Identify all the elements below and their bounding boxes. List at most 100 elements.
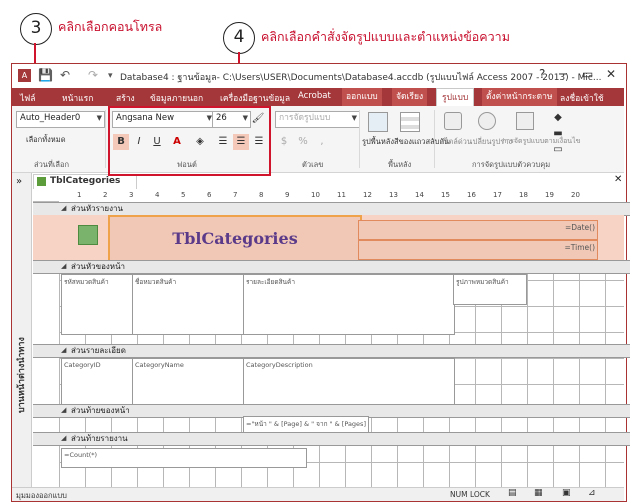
ruler-number: 9 [285, 191, 290, 199]
navigation-pane-label: บานหน้าต่างนำทาง [17, 337, 27, 413]
textbox-category-id[interactable]: CategoryID [61, 358, 135, 409]
band-report-header[interactable]: ส่วนหัวรายงาน [59, 202, 630, 216]
ruler-number: 17 [493, 191, 502, 199]
number-format-combo[interactable]: การจัดรูปแบบ ▼ [275, 111, 360, 128]
label-category-name[interactable]: ชื่อหมวดสินค้า [132, 274, 246, 335]
chevron-down-icon: ▼ [351, 114, 357, 122]
tab-create[interactable]: สร้าง [116, 91, 135, 105]
report-header-vruler [33, 215, 59, 260]
ruler-number: 14 [415, 191, 424, 199]
group-separator [359, 110, 360, 168]
report-icon [37, 177, 46, 186]
tab-acrobat[interactable]: Acrobat [298, 91, 331, 101]
ruler-number: 11 [337, 191, 346, 199]
access-logo-icon: A [18, 69, 31, 82]
ruler-number: 18 [519, 191, 528, 199]
conditional-format-button[interactable]: การจัดรูปแบบตามเงื่อนไข [502, 136, 580, 147]
tab-page-setup[interactable]: ตั้งค่าหน้ากระดาษ [482, 88, 557, 106]
alternate-row-color-icon[interactable] [400, 112, 420, 132]
band-page-header[interactable]: ส่วนหัวของหน้า [59, 260, 630, 274]
ruler-number: 3 [129, 191, 134, 199]
tab-external-data[interactable]: ข้อมูลภายนอก [150, 91, 203, 105]
font-group-highlight [108, 106, 271, 176]
background-image-button[interactable]: รูปพื้นหลัง [362, 136, 394, 148]
shape-fill-icon[interactable]: ◆ [550, 110, 566, 126]
background-image-icon[interactable] [368, 112, 388, 132]
logo-placeholder-icon[interactable] [78, 225, 98, 245]
redo-icon[interactable]: ↷ [88, 68, 98, 82]
number-format-value: การจัดรูปแบบ [279, 113, 331, 123]
tab-database-tools[interactable]: เครื่องมือฐานข้อมูล [220, 91, 290, 105]
band-selector[interactable] [33, 202, 59, 216]
band-report-footer[interactable]: ส่วนท้ายรายงาน [59, 432, 630, 446]
shape-outline-icon[interactable]: ▬ [550, 126, 566, 142]
select-all-button[interactable]: เลือกทั้งหมด [26, 134, 66, 146]
tab-design[interactable]: ออกแบบ [342, 88, 382, 106]
band-selector[interactable] [33, 432, 59, 446]
comma-icon[interactable]: , [314, 134, 330, 150]
document-tab[interactable]: TblCategories [33, 174, 137, 189]
ruler-number: 10 [311, 191, 320, 199]
count-textbox[interactable]: =Count(*) [61, 448, 307, 468]
band-selector[interactable] [33, 260, 59, 274]
design-view-icon[interactable]: ⊿ [588, 488, 596, 498]
currency-icon[interactable]: $ [276, 134, 292, 150]
textbox-category-name[interactable]: CategoryName [132, 358, 246, 409]
tab-sign-in[interactable]: ลงชื่อเข้าใช้ [560, 91, 604, 105]
tab-arrange[interactable]: จัดเรียง [392, 88, 428, 106]
close-button[interactable]: ✕ [606, 67, 616, 81]
restore-button[interactable]: ▭ [582, 67, 593, 81]
numlock-indicator: NUM LOCK [450, 490, 490, 499]
ruler-number: 19 [545, 191, 554, 199]
customize-qat-icon[interactable]: ▾ [108, 71, 113, 81]
object-selector-value: Auto_Header0 [20, 113, 81, 123]
title-bar: A 💾 ↶ ↷ ▾ Database4 : ฐานข้อมูล- C:\User… [12, 64, 624, 88]
tab-home[interactable]: หน้าแรก [62, 91, 93, 105]
label-category-description[interactable]: รายละเอียดสินค้า [243, 274, 455, 335]
percent-icon[interactable]: % [295, 134, 311, 150]
navigation-pane[interactable]: » บานหน้าต่างนำทาง [12, 173, 32, 487]
window-title: Database4 : ฐานข้อมูล- C:\Users\USER\Doc… [120, 73, 602, 83]
label-category-id[interactable]: รหัสหมวดสินค้า [61, 274, 135, 335]
quick-styles-icon[interactable] [444, 112, 462, 130]
label-category-picture[interactable]: รูปภาพหมวดสินค้า [453, 274, 527, 305]
ruler-number: 5 [181, 191, 186, 199]
minimize-button[interactable]: ─ [559, 67, 566, 81]
save-icon[interactable]: 💾 [38, 68, 53, 82]
ruler-number: 1 [77, 191, 82, 199]
layout-view-icon[interactable]: ▣ [562, 488, 571, 498]
ribbon-tab-bar: ไฟล์ หน้าแรก สร้าง ข้อมูลภายนอก เครื่องม… [12, 88, 624, 107]
time-textbox[interactable]: =Time() [358, 240, 598, 260]
status-bar: มุมมองออกแบบ NUM LOCK ▤ ▦ ▣ ⊿ [12, 487, 624, 501]
step4-instruction: คลิกเลือกคำสั่งจัดรูปแบบและตำแหน่งข้อควา… [261, 29, 510, 44]
step3-instruction: คลิกเลือกคอนโทรล [58, 19, 163, 34]
ruler-number: 4 [155, 191, 160, 199]
expand-nav-icon[interactable]: » [16, 176, 22, 187]
ruler-number: 7 [233, 191, 238, 199]
tab-format[interactable]: รูปแบบ [436, 88, 475, 107]
step4-number-circle: 4 [223, 22, 255, 54]
band-detail[interactable]: ส่วนรายละเอียด [59, 344, 630, 358]
print-preview-icon[interactable]: ▦ [534, 488, 543, 498]
ruler-number: 16 [467, 191, 476, 199]
shape-effects-icon[interactable]: ▭ [550, 142, 566, 158]
conditional-format-icon[interactable] [516, 112, 534, 130]
band-selector[interactable] [33, 404, 59, 418]
object-selector[interactable]: Auto_Header0 ▼ [16, 111, 105, 128]
band-selector[interactable] [33, 344, 59, 358]
undo-icon[interactable]: ↶ [60, 68, 70, 82]
change-shape-icon[interactable] [478, 112, 496, 130]
report-view-icon[interactable]: ▤ [508, 488, 517, 498]
help-button[interactable]: ? [539, 67, 545, 81]
group-separator [105, 110, 106, 168]
textbox-category-description[interactable]: CategoryDescription [243, 358, 455, 409]
ruler-number: 15 [441, 191, 450, 199]
ruler-number: 8 [259, 191, 264, 199]
tab-file[interactable]: ไฟล์ [20, 91, 36, 105]
chevron-down-icon: ▼ [96, 114, 102, 122]
date-textbox[interactable]: =Date() [358, 220, 598, 240]
selection-group-label: ส่วนที่เลือก [34, 160, 70, 169]
close-document-icon[interactable]: ✕ [614, 174, 622, 185]
ruler-number: 6 [207, 191, 212, 199]
quick-styles-button[interactable]: สไตล์ด่วน [440, 136, 472, 148]
